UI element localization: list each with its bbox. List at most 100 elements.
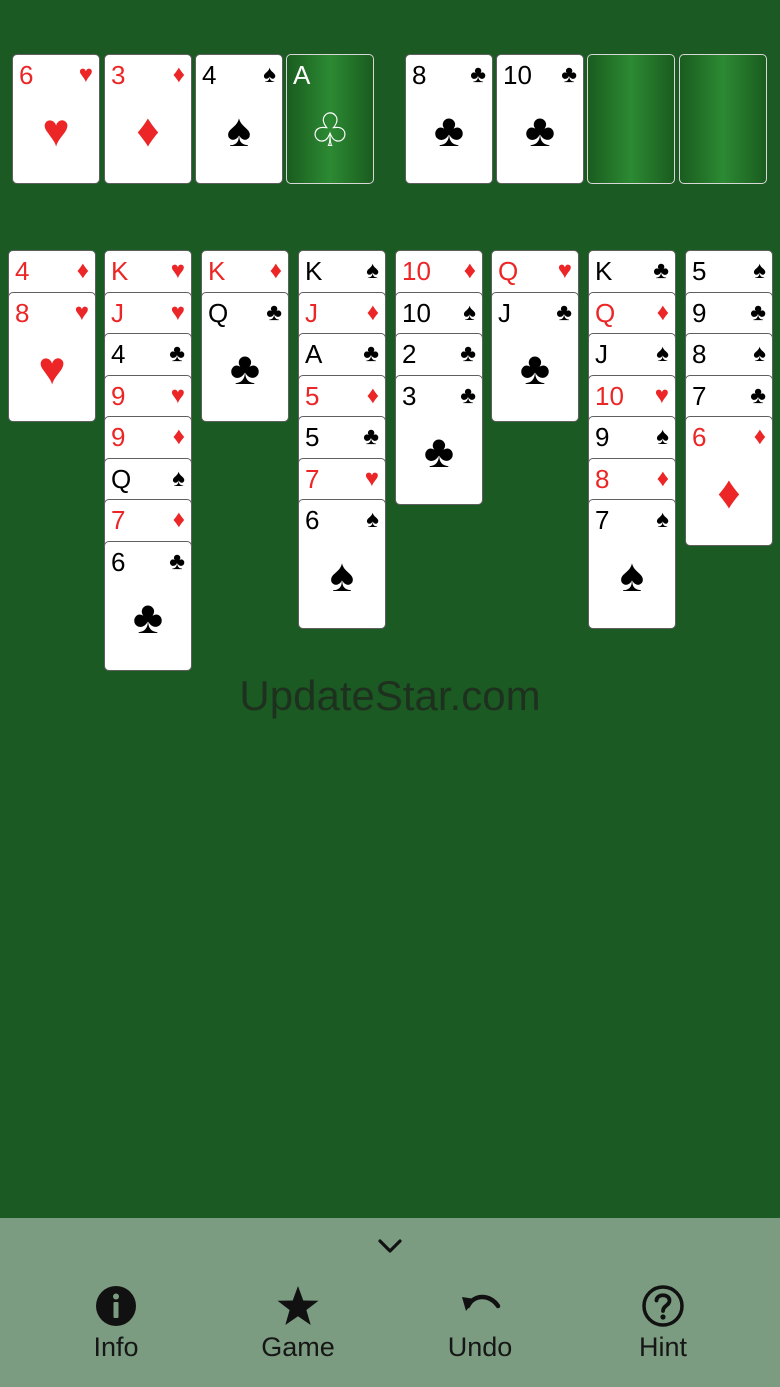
card-rank: A — [305, 339, 323, 369]
card-suit-small: ♣ — [363, 340, 379, 367]
card-suit-small: ♦ — [172, 423, 185, 450]
question-icon — [642, 1285, 684, 1327]
card-rank: 5 — [305, 422, 320, 452]
tableau-card[interactable]: 3 ♣ ♣ — [395, 375, 483, 505]
card-suit-large: ♠ — [619, 549, 645, 601]
card-suit-small: ♠ — [656, 506, 669, 533]
card-rank: 9 — [111, 422, 126, 452]
card-rank: 7 — [111, 505, 126, 535]
card-suit-small: ♠ — [753, 340, 766, 367]
card-rank: 4 — [111, 339, 126, 369]
free-cell-empty[interactable] — [587, 54, 675, 184]
card-suit-small: ♠ — [656, 423, 669, 450]
card-rank: 3 — [402, 381, 417, 411]
chevron-down-icon[interactable] — [370, 1230, 410, 1262]
card-suit-small: ♦ — [76, 257, 89, 284]
tableau-card[interactable]: 6 ♠ ♠ — [298, 499, 386, 629]
card-suit-large: ♥ — [42, 104, 70, 156]
card-rank: 10 — [503, 60, 532, 90]
card-suit-small: ♣ — [266, 299, 282, 326]
card-suit-large: ♠ — [226, 104, 252, 156]
card-suit-small: ♠ — [463, 299, 476, 326]
card-rank: Q — [111, 464, 132, 494]
info-button[interactable]: Info — [46, 1284, 186, 1374]
foundation-pile[interactable]: 3 ♦ ♦ — [104, 54, 192, 184]
card-suit-small: ♠ — [656, 340, 669, 367]
undo-label: Undo — [447, 1332, 513, 1362]
card-rank: Q — [208, 298, 229, 328]
card-rank: 6 — [19, 60, 34, 90]
card-suit-small: ♠ — [263, 61, 276, 88]
card-rank: 8 — [412, 60, 427, 90]
card-suit-small: ♥ — [170, 299, 185, 326]
card-suit-small: ♥ — [654, 382, 669, 409]
free-cell-empty[interactable] — [679, 54, 767, 184]
card-rank: 5 — [305, 381, 320, 411]
card-suit-large: ♣ — [132, 591, 164, 643]
tableau-card[interactable]: Q ♣ ♣ — [201, 292, 289, 422]
star-icon — [277, 1286, 319, 1325]
tableau-card[interactable]: 8 ♥ ♥ — [8, 292, 96, 422]
bottom-toolbar: Info Game Undo Hint — [0, 1218, 780, 1387]
card-suit-small: ♥ — [170, 257, 185, 284]
card-rank: 10 — [595, 381, 624, 411]
card-rank: K — [595, 256, 613, 286]
card-suit-small: ♦ — [172, 506, 185, 533]
card-suit-large: ♦ — [717, 466, 741, 518]
card-suit-large: ♥ — [38, 342, 66, 394]
card-suit-small: ♥ — [78, 61, 93, 88]
card-suit-small: ♠ — [753, 257, 766, 284]
card-rank: 6 — [111, 547, 126, 577]
card-rank: 9 — [595, 422, 610, 452]
card-suit-small: ♣ — [556, 299, 572, 326]
card-rank: J — [305, 298, 318, 328]
card-rank: K — [111, 256, 129, 286]
card-rank: J — [595, 339, 608, 369]
card-suit-small: ♣ — [750, 299, 766, 326]
free-cell[interactable]: 10 ♣ ♣ — [496, 54, 584, 184]
tableau-card[interactable]: J ♣ ♣ — [491, 292, 579, 422]
card-suit-small: ♦ — [366, 382, 379, 409]
hint-button[interactable]: Hint — [593, 1284, 733, 1374]
card-rank: 3 — [111, 60, 126, 90]
card-rank: J — [111, 298, 124, 328]
game-board: UpdateStar.com 6♥♥3♦♦4♠♠A♧8♣♣10♣♣4♦♦8♥♥K… — [0, 0, 780, 1218]
card-suit-small: ♣ — [470, 61, 486, 88]
card-suit-small: ♣ — [363, 423, 379, 450]
card-rank: Q — [595, 298, 616, 328]
info-icon — [96, 1286, 136, 1326]
free-cell[interactable]: 8 ♣ ♣ — [405, 54, 493, 184]
foundation-pile[interactable]: A ♧ — [286, 54, 374, 184]
tableau-card[interactable]: 6 ♦ ♦ — [685, 416, 773, 546]
card-suit-small: ♥ — [74, 299, 89, 326]
card-rank: 10 — [402, 256, 431, 286]
tableau-card[interactable]: 7 ♠ ♠ — [588, 499, 676, 629]
undo-button[interactable]: Undo — [410, 1284, 550, 1374]
foundation-pile[interactable]: 4 ♠ ♠ — [195, 54, 283, 184]
card-rank: 9 — [692, 298, 707, 328]
card-suit-small: ♥ — [170, 382, 185, 409]
card-rank: 4 — [15, 256, 30, 286]
card-rank: K — [208, 256, 226, 286]
game-label: Game — [261, 1332, 335, 1362]
tableau-card[interactable]: 6 ♣ ♣ — [104, 541, 192, 671]
card-suit-small: ♦ — [656, 299, 669, 326]
card-suit-small: ♣ — [169, 340, 185, 367]
card-rank: 9 — [111, 381, 126, 411]
card-suit-small: ♥ — [364, 465, 379, 492]
foundation-pile[interactable]: 6 ♥ ♥ — [12, 54, 100, 184]
card-suit-large: ♣ — [524, 104, 556, 156]
card-suit-small: ♣ — [561, 61, 577, 88]
card-rank: 7 — [595, 505, 610, 535]
card-suit-large: ♣ — [229, 342, 261, 394]
card-rank: 7 — [305, 464, 320, 494]
game-button[interactable]: Game — [228, 1284, 368, 1374]
card-suit-small: ♣ — [169, 548, 185, 575]
card-rank: 4 — [202, 60, 217, 90]
card-suit-small: ♦ — [463, 257, 476, 284]
card-rank: 6 — [305, 505, 320, 535]
card-rank: 10 — [402, 298, 431, 328]
card-suit-large: ♧ — [309, 104, 351, 156]
card-suit-small: ♦ — [656, 465, 669, 492]
card-suit-small: ♥ — [557, 257, 572, 284]
